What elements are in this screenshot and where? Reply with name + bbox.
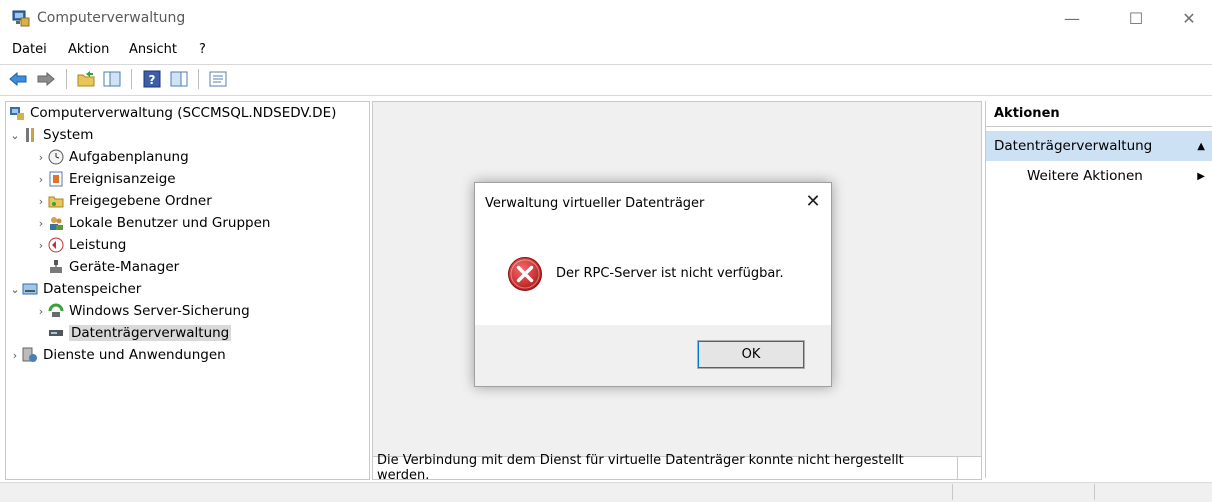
tree-item-datentraegerverwaltung[interactable]: Datenträgerverwaltung bbox=[6, 322, 369, 344]
content-status-tail bbox=[957, 456, 982, 480]
device-manager-icon bbox=[48, 259, 64, 275]
content-status-text: Die Verbindung mit dem Dienst für virtue… bbox=[372, 453, 958, 483]
chevron-right-icon[interactable]: › bbox=[34, 305, 48, 318]
dialog-close-button[interactable]: ✕ bbox=[803, 191, 823, 212]
toolbar-separator bbox=[66, 69, 67, 89]
tree-item-aufgabenplanung[interactable]: › Aufgabenplanung bbox=[6, 146, 369, 168]
actions-pane: Aktionen Datenträgerverwaltung ▲ Weitere… bbox=[985, 101, 1212, 478]
submenu-arrow-icon: ▶ bbox=[1197, 170, 1205, 182]
menu-datei[interactable]: Datei bbox=[12, 42, 47, 57]
actions-header: Aktionen bbox=[986, 101, 1212, 127]
weitere-aktionen-item[interactable]: Weitere Aktionen ▶ bbox=[986, 164, 1212, 188]
window-title: Computerverwaltung bbox=[37, 10, 186, 26]
dialog-message: Der RPC-Server ist nicht verfügbar. bbox=[556, 266, 784, 281]
properties-icon[interactable] bbox=[208, 69, 228, 89]
storage-icon bbox=[22, 281, 38, 297]
tree-item-root[interactable]: Computerverwaltung (SCCMSQL.NDSEDV.DE) bbox=[6, 102, 369, 124]
status-bar bbox=[0, 482, 1212, 502]
up-folder-icon[interactable] bbox=[76, 69, 96, 89]
tools-icon bbox=[22, 127, 38, 143]
tree-item-datenspeicher[interactable]: ⌄ Datenspeicher bbox=[6, 278, 369, 300]
forward-arrow-icon[interactable] bbox=[36, 69, 56, 89]
menu-aktion[interactable]: Aktion bbox=[68, 42, 109, 57]
toolbar-separator bbox=[198, 69, 199, 89]
shared-folder-icon bbox=[48, 193, 64, 209]
menu-bar bbox=[0, 37, 1212, 63]
tree-item-geraete-manager[interactable]: Geräte-Manager bbox=[6, 256, 369, 278]
services-icon bbox=[22, 347, 38, 363]
chevron-right-icon[interactable]: › bbox=[34, 173, 48, 186]
show-hide-action-pane-icon[interactable] bbox=[169, 69, 189, 89]
toolbar-separator bbox=[131, 69, 132, 89]
actions-section-datentraegerverwaltung[interactable]: Datenträgerverwaltung ▲ bbox=[986, 131, 1212, 161]
collapse-up-icon[interactable]: ▲ bbox=[1197, 141, 1205, 152]
ok-button[interactable]: OK bbox=[697, 340, 805, 369]
close-button[interactable]: ✕ bbox=[1166, 0, 1212, 37]
tree-item-freigegebene-ordner[interactable]: › Freigegebene Ordner bbox=[6, 190, 369, 212]
backup-icon bbox=[48, 303, 64, 319]
chevron-right-icon[interactable]: › bbox=[34, 239, 48, 252]
actions-section-label: Datenträgerverwaltung bbox=[994, 138, 1153, 154]
performance-icon bbox=[48, 237, 64, 253]
clock-icon bbox=[48, 149, 64, 165]
chevron-down-icon[interactable]: ⌄ bbox=[8, 129, 22, 142]
navigation-tree: Computerverwaltung (SCCMSQL.NDSEDV.DE) ⌄… bbox=[5, 101, 370, 480]
tree-item-system[interactable]: ⌄ System bbox=[6, 124, 369, 146]
dialog-title: Verwaltung virtueller Datenträger bbox=[485, 196, 705, 211]
chevron-down-icon[interactable]: ⌄ bbox=[8, 283, 22, 296]
status-bar-divider bbox=[1094, 484, 1095, 500]
tree-item-lokale-benutzer[interactable]: › Lokale Benutzer und Gruppen bbox=[6, 212, 369, 234]
minimize-button[interactable]: — bbox=[1049, 0, 1095, 37]
users-icon bbox=[48, 215, 64, 231]
status-bar-divider bbox=[952, 484, 953, 500]
back-arrow-icon[interactable] bbox=[8, 69, 28, 89]
weitere-aktionen-label: Weitere Aktionen bbox=[1027, 168, 1143, 184]
help-icon[interactable]: ? bbox=[142, 69, 162, 89]
tree-item-server-sicherung[interactable]: › Windows Server-Sicherung bbox=[6, 300, 369, 322]
chevron-right-icon[interactable]: › bbox=[8, 349, 22, 362]
computer-management-icon bbox=[9, 105, 25, 121]
chevron-right-icon[interactable]: › bbox=[34, 217, 48, 230]
maximize-button[interactable]: ☐ bbox=[1113, 0, 1159, 37]
disk-management-icon bbox=[48, 325, 64, 341]
error-icon bbox=[507, 256, 543, 292]
menu-help[interactable]: ? bbox=[199, 42, 206, 57]
chevron-right-icon[interactable]: › bbox=[34, 151, 48, 164]
computer-management-icon bbox=[12, 9, 30, 27]
event-viewer-icon bbox=[48, 171, 64, 187]
menu-ansicht[interactable]: Ansicht bbox=[129, 42, 177, 57]
svg-text:?: ? bbox=[149, 73, 156, 87]
tree-item-dienste-anwendungen[interactable]: › Dienste und Anwendungen bbox=[6, 344, 369, 366]
chevron-right-icon[interactable]: › bbox=[34, 195, 48, 208]
show-hide-tree-icon[interactable] bbox=[102, 69, 122, 89]
tree-item-ereignisanzeige[interactable]: › Ereignisanzeige bbox=[6, 168, 369, 190]
tree-item-leistung[interactable]: › Leistung bbox=[6, 234, 369, 256]
error-dialog: Verwaltung virtueller Datenträger ✕ Der … bbox=[474, 182, 832, 387]
